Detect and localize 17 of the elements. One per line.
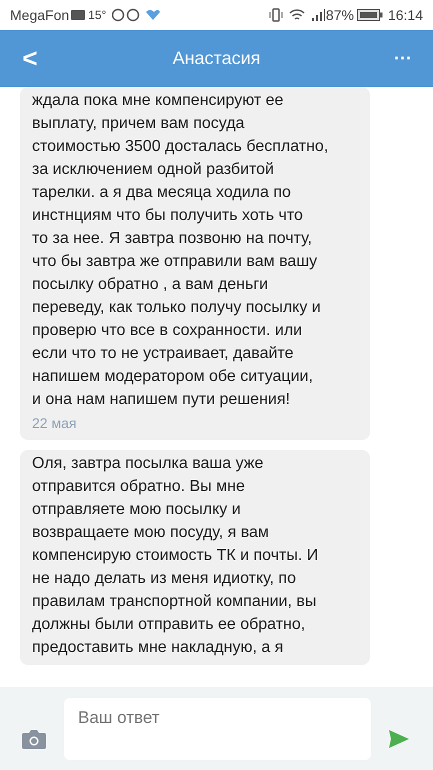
send-icon[interactable] <box>389 730 409 748</box>
clock-time: 16:14 <box>388 6 423 24</box>
carrier-name: MegaFon <box>10 6 70 25</box>
battery-icon <box>356 9 383 21</box>
reply-field[interactable]: Ваш ответ <box>64 698 371 760</box>
vibrate-icon <box>268 8 284 22</box>
message-date: 22 мая <box>32 414 78 433</box>
camera-icon[interactable] <box>22 728 46 748</box>
signal-icon <box>310 8 325 22</box>
message-text: ждала пока мне компенсируют ее выплату, причем вам посуда стоимостью 3500 досталась бесплатно, за исключением одной разбитой тарелки. а я два месяца ходила по инстнциям что бы получить хоть что то за нее. Я завтра позвоню на почту, что бы завтра же отправили вам вашу посылку обратно , а вам деньги переведу, как только получу посылку и проверю что все в сохранности. или если что то не устраивает, давайте напишем модератором обе ситуации, и она нам напишем пути решения! <box>32 91 330 410</box>
chat-title: Анастасия <box>172 47 262 70</box>
back-button[interactable]: < <box>0 30 60 87</box>
battery-percent: 87% <box>326 6 354 24</box>
message-text: Оля, завтра посылка ваша уже отправится обратно. Вы мне отправляете мою посылку и возвращаете мою посуду, я вам компенсирую стоимость ТК и почты. И не надо делать из меня идиотку, по правилам транспортной компании, вы должны были отправить ее обратно, предоставить мне накладную, а я <box>32 454 320 658</box>
temperature-text: 15° <box>88 7 106 24</box>
wifi-icon <box>288 8 305 22</box>
more-button[interactable]: ··· <box>373 30 433 87</box>
